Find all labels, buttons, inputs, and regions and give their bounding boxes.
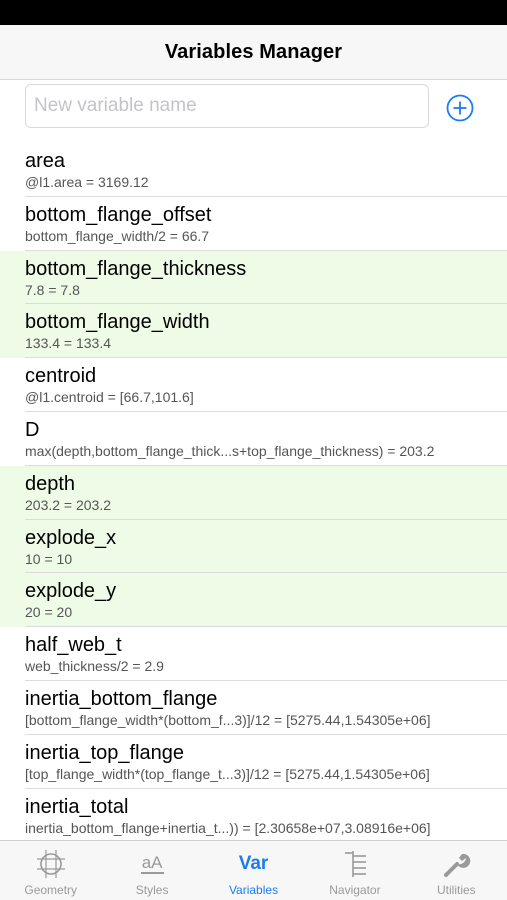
variable-name: depth [25, 472, 76, 495]
variable-expression: 20 = 20 [25, 604, 73, 621]
variable-row[interactable]: bottom_flange_thickness 7.8 = 7.8 [0, 250, 507, 305]
variable-row[interactable]: inertia_top_flange [top_flange_width*(to… [0, 734, 507, 789]
variable-expression: 10 = 10 [25, 550, 73, 567]
variable-row[interactable]: bottom_flange_width 133.4 = 133.4 [0, 304, 507, 359]
variable-expression: 203.2 = 203.2 [25, 496, 112, 513]
variable-name: inertia_bottom_flange [25, 687, 218, 710]
variable-name: inertia_top_flange [25, 741, 185, 764]
variable-name: area [25, 150, 66, 172]
variable-expression: [top_flange_width*(top_flange_t...3)]/12… [25, 765, 430, 782]
wrench-icon [439, 847, 473, 881]
variable-row[interactable]: centroid @l1.centroid = [66.7,101.6] [0, 358, 507, 412]
variable-expression: @l1.area = 3169.12 [25, 174, 149, 190]
variable-expression: web_thickness/2 = 2.9 [25, 658, 164, 675]
add-variable-button[interactable] [445, 93, 475, 123]
variable-expression: bottom_flange_width/2 = 66.7 [25, 227, 210, 244]
tab-geometry[interactable]: Geometry [0, 841, 101, 900]
variable-row[interactable]: inertia_bottom_flange [bottom_flange_wid… [0, 680, 507, 735]
geometry-grid-icon [34, 847, 68, 881]
variable-row[interactable]: explode_y 20 = 20 [0, 573, 507, 628]
tab-variables[interactable]: Var Variables [203, 841, 304, 900]
variable-name: explode_y [25, 580, 117, 603]
variable-expression: inertia_bottom_flange+inertia_t...)) = [… [25, 819, 431, 836]
navigation-bar: Variables Manager [0, 25, 507, 80]
tab-label: Styles [135, 883, 169, 897]
variables-icon: Var [238, 853, 269, 874]
tab-styles[interactable]: aA Styles [101, 841, 202, 900]
add-variable-row [0, 80, 507, 140]
variable-expression: 133.4 = 133.4 [25, 335, 112, 352]
variable-row[interactable]: inertia_total inertia_bottom_flange+iner… [0, 788, 507, 840]
tab-label: Geometry [24, 883, 78, 897]
variable-name: half_web_t [25, 634, 122, 657]
variable-row[interactable]: depth 203.2 = 203.2 [0, 465, 507, 520]
variable-expression: 7.8 = 7.8 [25, 281, 80, 298]
new-variable-name-input[interactable] [25, 84, 429, 128]
variable-row[interactable]: D max(depth,bottom_flange_thick...s+top_… [0, 411, 507, 466]
page-title: Variables Manager [164, 40, 343, 63]
variable-row[interactable]: area @l1.area = 3169.12 [0, 143, 507, 197]
variable-row[interactable]: explode_x 10 = 10 [0, 519, 507, 574]
status-bar [0, 0, 507, 25]
variable-expression: max(depth,bottom_flange_thick...s+top_fl… [25, 442, 435, 459]
variable-name: explode_x [25, 526, 117, 549]
plus-circle-icon [446, 94, 474, 122]
variable-row[interactable]: half_web_t web_thickness/2 = 2.9 [0, 627, 507, 681]
variable-row[interactable]: bottom_flange_offset bottom_flange_width… [0, 196, 507, 251]
tab-navigator[interactable]: Navigator [304, 841, 405, 900]
variable-name: inertia_total [25, 795, 129, 818]
variable-expression: [bottom_flange_width*(bottom_f...3)]/12 … [25, 711, 431, 728]
tab-label: Utilities [436, 883, 476, 897]
variable-name: bottom_flange_thickness [25, 257, 247, 280]
variable-expression: @l1.centroid = [66.7,101.6] [25, 389, 194, 406]
styles-icon: aA [140, 853, 164, 874]
tab-label: Navigator [329, 883, 381, 897]
tab-utilities[interactable]: Utilities [406, 841, 507, 900]
tab-bar: Geometry aA Styles Var Variables Navigat… [0, 840, 507, 900]
tab-label: Variables [228, 883, 279, 897]
variable-name: centroid [25, 365, 97, 388]
variable-name: bottom_flange_offset [25, 203, 212, 226]
navigator-icon [338, 847, 372, 881]
variable-name: D [25, 418, 40, 441]
variable-name: bottom_flange_width [25, 311, 210, 334]
variables-list: area @l1.area = 3169.12 bottom_flange_of… [0, 143, 507, 840]
